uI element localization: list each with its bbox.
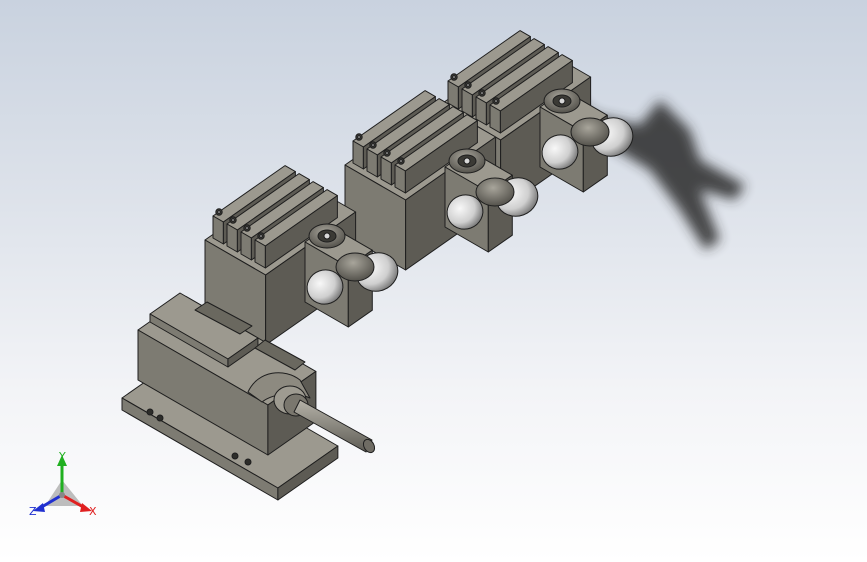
graphics-viewport[interactable]: Y X Z [0,0,867,562]
mounting-hole [146,408,154,416]
mounting-hole [231,452,239,460]
triad-x-label: X [89,505,97,518]
coordinate-triad [33,455,92,512]
silencer [335,252,375,282]
triad-z-label: Z [29,505,37,518]
mounting-hole [156,414,164,422]
mounting-hole [244,458,252,466]
silencer [475,177,515,207]
triad-origin [59,492,65,498]
silencer [570,117,610,147]
valve-manifold-assembly[interactable] [121,30,638,501]
cad-scene[interactable] [0,0,867,562]
triad-y-label: Y [59,450,66,463]
